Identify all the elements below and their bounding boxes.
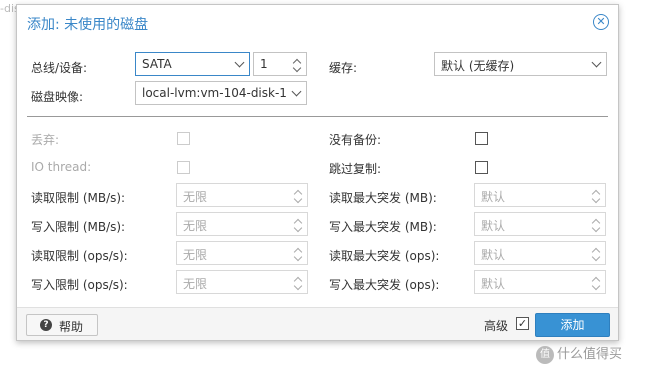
bus-value: SATA <box>142 57 172 71</box>
spinner-arrows-icon[interactable] <box>587 184 605 206</box>
spinner-arrows-icon[interactable] <box>587 271 605 293</box>
spinner-arrows-icon[interactable] <box>289 271 307 293</box>
write-burst-ops-input[interactable]: 默认 <box>474 270 606 294</box>
bus-device-label: 总线/设备: <box>31 61 88 75</box>
write-limit-ops-label: 写入限制 (ops/s): <box>31 278 128 292</box>
skip-replication-label: 跳过复制: <box>329 162 382 176</box>
read-limit-mb-input[interactable]: 无限 <box>176 183 308 207</box>
smzdm-logo-icon: 值 <box>536 345 554 364</box>
bus-select[interactable]: SATA <box>135 52 250 76</box>
advanced-label: 高级 <box>484 319 509 333</box>
io-thread-label: IO thread: <box>31 160 92 174</box>
device-value: 1 <box>260 57 268 71</box>
advanced-checkbox[interactable]: ✓ <box>516 317 529 330</box>
cache-select[interactable]: 默认 (无缓存) <box>434 52 607 76</box>
write-burst-mb-input[interactable]: 默认 <box>474 212 606 236</box>
write-limit-mb-input[interactable]: 无限 <box>176 212 308 236</box>
disk-image-value: local-lvm:vm-104-disk-1 <box>142 86 287 100</box>
disk-image-select[interactable]: local-lvm:vm-104-disk-1 <box>135 81 307 105</box>
read-limit-ops-placeholder: 无限 <box>183 248 208 262</box>
write-limit-mb-label: 写入限制 (MB/s): <box>31 220 126 234</box>
dialog-titlebar: 添加: 未使用的磁盘 ✕ <box>17 5 618 41</box>
disk-image-label: 磁盘映像: <box>31 90 84 104</box>
spinner-arrows-icon[interactable] <box>289 184 307 206</box>
chevron-down-icon[interactable] <box>229 53 249 75</box>
read-limit-mb-label: 读取限制 (MB/s): <box>31 191 126 205</box>
close-icon[interactable]: ✕ <box>593 14 609 30</box>
cache-value: 默认 (无缓存) <box>441 59 515 73</box>
read-burst-mb-placeholder: 默认 <box>481 190 506 204</box>
skip-replication-checkbox[interactable] <box>475 161 488 174</box>
section-divider <box>27 116 608 117</box>
read-burst-ops-placeholder: 默认 <box>481 248 506 262</box>
write-limit-mb-placeholder: 无限 <box>183 219 208 233</box>
read-burst-mb-label: 读取最大突发 (MB): <box>329 191 437 205</box>
discard-checkbox[interactable] <box>177 132 190 145</box>
add-disk-dialog: 添加: 未使用的磁盘 ✕ 总线/设备: SATA 1 缓存: 默认 (无缓存) … <box>16 4 619 341</box>
spinner-arrows-icon[interactable] <box>288 53 306 75</box>
dialog-footer: ? 帮助 高级 ✓ 添加 <box>17 307 618 340</box>
read-limit-mb-placeholder: 无限 <box>183 190 208 204</box>
no-backup-label: 没有备份: <box>329 133 382 147</box>
read-limit-ops-input[interactable]: 无限 <box>176 241 308 265</box>
write-burst-ops-label: 写入最大突发 (ops): <box>329 278 440 292</box>
watermark-text: 什么值得买 <box>557 347 623 362</box>
read-burst-ops-input[interactable]: 默认 <box>474 241 606 265</box>
io-thread-checkbox[interactable] <box>177 161 190 174</box>
question-circle-icon: ? <box>40 319 52 331</box>
write-burst-ops-placeholder: 默认 <box>481 277 506 291</box>
spinner-arrows-icon[interactable] <box>587 242 605 264</box>
watermark: 值什么值得买 <box>536 343 622 364</box>
write-burst-mb-label: 写入最大突发 (MB): <box>329 220 437 234</box>
no-backup-checkbox[interactable] <box>475 132 488 145</box>
read-burst-ops-label: 读取最大突发 (ops): <box>329 249 440 263</box>
write-limit-ops-placeholder: 无限 <box>183 277 208 291</box>
spinner-arrows-icon[interactable] <box>587 213 605 235</box>
dialog-title: 添加: 未使用的磁盘 <box>27 17 149 33</box>
help-button[interactable]: ? 帮助 <box>26 314 98 336</box>
chevron-down-icon[interactable] <box>586 53 606 75</box>
add-button[interactable]: 添加 <box>535 313 610 337</box>
write-burst-mb-placeholder: 默认 <box>481 219 506 233</box>
read-limit-ops-label: 读取限制 (ops/s): <box>31 249 128 263</box>
spinner-arrows-icon[interactable] <box>289 213 307 235</box>
help-button-label: 帮助 <box>59 320 84 334</box>
spinner-arrows-icon[interactable] <box>289 242 307 264</box>
cache-label: 缓存: <box>329 61 358 75</box>
write-limit-ops-input[interactable]: 无限 <box>176 270 308 294</box>
chevron-down-icon[interactable] <box>286 82 306 104</box>
device-number-spinner[interactable]: 1 <box>253 52 307 76</box>
read-burst-mb-input[interactable]: 默认 <box>474 183 606 207</box>
discard-label: 丢弃: <box>31 133 60 147</box>
